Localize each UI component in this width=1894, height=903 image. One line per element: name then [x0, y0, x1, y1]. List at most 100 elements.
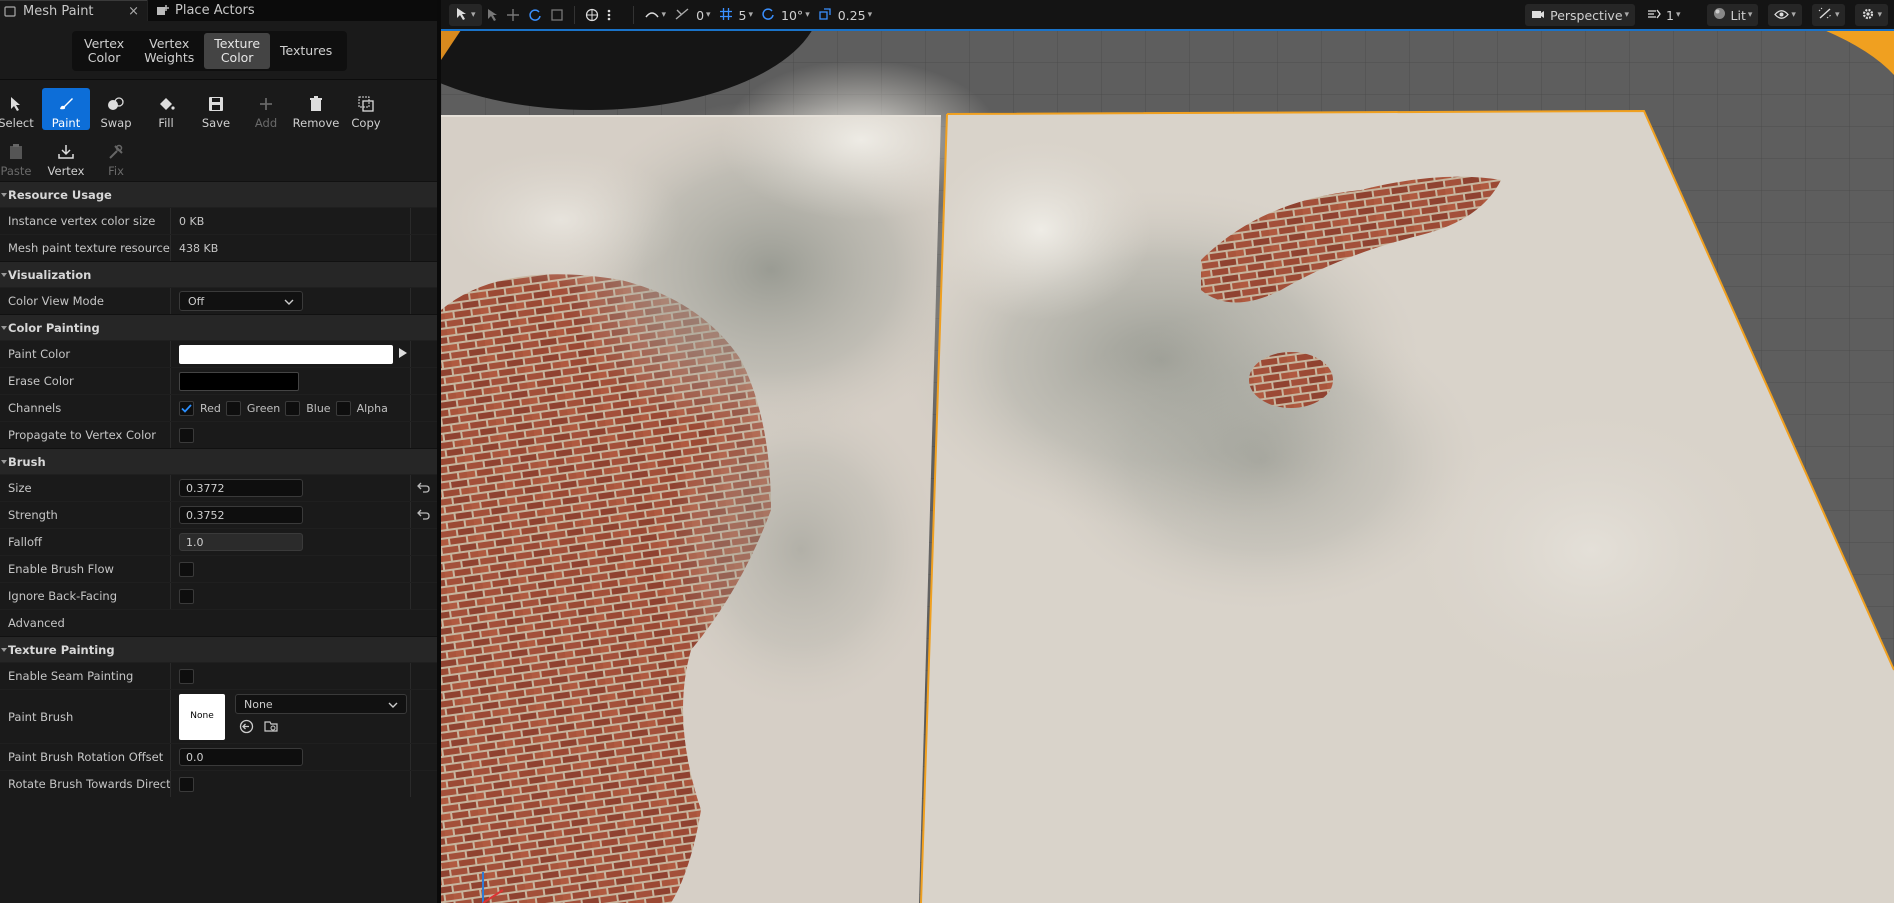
mode-textures[interactable]: Textures: [270, 33, 342, 69]
reset-to-default-icon[interactable]: [417, 509, 430, 521]
copy-icon: [357, 95, 375, 113]
color-view-mode-dropdown[interactable]: Off: [179, 291, 303, 311]
save-tool[interactable]: Save: [192, 88, 240, 130]
swap-tool[interactable]: Swap: [92, 88, 140, 130]
transform-mode-dropdown[interactable]: ▾: [449, 4, 482, 26]
chevron-down-icon: ▾: [471, 10, 476, 20]
world-space-icon[interactable]: [581, 4, 603, 26]
scalability-dropdown[interactable]: ▾: [1811, 4, 1846, 26]
size-field[interactable]: 0.3772: [179, 479, 303, 497]
prop-label: Ignore Back-Facing: [8, 589, 118, 603]
plus-icon: [257, 95, 275, 113]
view-mode-label: Lit: [1730, 7, 1746, 23]
viewport-scene[interactable]: [441, 30, 1894, 903]
section-visualization[interactable]: Visualization: [0, 261, 437, 287]
section-color-painting[interactable]: Color Painting: [0, 314, 437, 340]
paint-color-swatch[interactable]: [179, 344, 393, 364]
reset-to-default-icon[interactable]: [417, 482, 430, 494]
chevron-down-icon: ▾: [661, 10, 667, 20]
chevron-down-icon: ▾: [706, 10, 711, 20]
browse-asset-icon[interactable]: [264, 719, 279, 737]
select-arrow-icon[interactable]: [482, 4, 502, 26]
enable-brush-flow-checkbox[interactable]: [179, 561, 194, 577]
rotation-snap-toggle[interactable]: 0 ▾: [670, 4, 714, 26]
grid-snap-value: 5: [738, 7, 747, 23]
angle-snap-toggle[interactable]: 10° ▾: [757, 4, 814, 26]
rotate-towards-checkbox[interactable]: [179, 776, 194, 792]
paste-tool[interactable]: Paste: [0, 136, 40, 178]
add-tool[interactable]: Add: [242, 88, 290, 130]
remove-tool[interactable]: Remove: [292, 88, 340, 130]
thumbnail-label: None: [190, 711, 214, 721]
chevron-down-icon: ▾: [1834, 10, 1840, 20]
copy-tool-label: Copy: [351, 116, 381, 130]
falloff-field[interactable]: 1.0: [179, 533, 303, 551]
mode-texture-color[interactable]: Texture Color: [204, 33, 271, 69]
dropdown-value: None: [244, 697, 273, 711]
tab-place-actors[interactable]: Place Actors: [147, 0, 436, 21]
prop-advanced[interactable]: Advanced: [0, 609, 437, 636]
translate-icon[interactable]: [502, 4, 524, 26]
camera-speed-dropdown[interactable]: 1 ▾: [1643, 4, 1684, 26]
chevron-down-icon: [388, 698, 398, 711]
enable-seam-painting-checkbox[interactable]: [179, 668, 194, 684]
show-flags-dropdown[interactable]: ▾: [1768, 4, 1802, 26]
prop-label: Channels: [8, 401, 62, 415]
propagate-checkbox[interactable]: [179, 427, 194, 443]
level-viewport[interactable]: ▾ ▾ 0 ▾ 5 ▾ 10° ▾ 0.25 ▾ Perspective ▾ 1…: [441, 0, 1894, 903]
more-options-icon[interactable]: [603, 4, 615, 26]
select-tool[interactable]: Select: [0, 88, 40, 130]
paint-tool-label: Paint: [51, 116, 81, 130]
surface-snapping-dropdown[interactable]: ▾: [640, 4, 671, 26]
close-tab-icon[interactable]: ×: [128, 4, 139, 19]
prop-label: Paint Brush: [8, 709, 74, 724]
erase-color-swatch[interactable]: [179, 371, 299, 391]
painted-mesh-left[interactable]: [441, 60, 1001, 903]
section-brush[interactable]: Brush: [0, 448, 437, 474]
rotation-snap-value: 0: [696, 7, 705, 23]
prop-color-view-mode: Color View Mode Off: [0, 287, 437, 314]
mesh-paint-panel: Mesh Paint × Place Actors Vertex Color V…: [0, 0, 437, 903]
prop-erase-color: Erase Color: [0, 367, 437, 394]
prop-paint-brush: Paint Brush None None: [0, 689, 437, 743]
grid-snap-toggle[interactable]: 5 ▾: [715, 4, 757, 26]
mode-vertex-weights[interactable]: Vertex Weights: [134, 33, 204, 69]
rotate-icon[interactable]: [524, 4, 546, 26]
paint-brush-asset-dropdown[interactable]: None: [235, 694, 407, 714]
perspective-dropdown[interactable]: Perspective ▾: [1525, 4, 1636, 26]
section-texture-painting[interactable]: Texture Painting: [0, 636, 437, 662]
ignore-back-facing-checkbox[interactable]: [179, 588, 194, 604]
fix-tool[interactable]: Fix: [92, 136, 140, 178]
paint-brush-thumbnail[interactable]: None: [179, 694, 225, 740]
remove-tool-label: Remove: [292, 116, 340, 130]
fill-tool[interactable]: Fill: [142, 88, 190, 130]
copy-tool[interactable]: Copy: [342, 88, 390, 130]
scale-icon[interactable]: [546, 4, 568, 26]
tool-grid: Select Paint Swap Fill Save Add Remove C…: [0, 79, 437, 181]
paint-tool[interactable]: Paint: [42, 88, 90, 130]
blue-channel-checkbox[interactable]: [285, 400, 301, 416]
vertex-tool[interactable]: Vertex: [42, 136, 90, 178]
camera-speed-icon: [1647, 8, 1661, 23]
advanced-expander[interactable]: Advanced: [0, 610, 170, 636]
rotation-offset-field[interactable]: 0.0: [179, 748, 303, 766]
alpha-channel-checkbox[interactable]: [335, 400, 351, 416]
red-channel-label: Red: [200, 401, 221, 415]
red-channel-checkbox[interactable]: [179, 400, 194, 416]
view-mode-dropdown[interactable]: Lit ▾: [1706, 4, 1759, 26]
select-arrow-icon: [7, 95, 25, 113]
wrench-icon: [107, 143, 125, 161]
prop-falloff: Falloff 1.0: [0, 528, 437, 555]
strength-field[interactable]: 0.3752: [179, 506, 303, 524]
chevron-down-icon: ▾: [867, 10, 873, 20]
color-picker-icon[interactable]: [398, 347, 408, 362]
viewport-settings-dropdown[interactable]: ▾: [1855, 4, 1888, 26]
use-selected-asset-icon[interactable]: [239, 719, 254, 737]
section-resource-usage[interactable]: Resource Usage: [0, 181, 437, 207]
scale-snap-value: 0.25: [837, 7, 866, 23]
green-channel-checkbox[interactable]: [225, 400, 241, 416]
vertex-tool-label: Vertex: [47, 164, 85, 178]
tab-mesh-paint[interactable]: Mesh Paint ×: [0, 0, 147, 21]
scale-snap-toggle[interactable]: 0.25 ▾: [814, 4, 876, 26]
mode-vertex-color[interactable]: Vertex Color: [74, 33, 134, 69]
